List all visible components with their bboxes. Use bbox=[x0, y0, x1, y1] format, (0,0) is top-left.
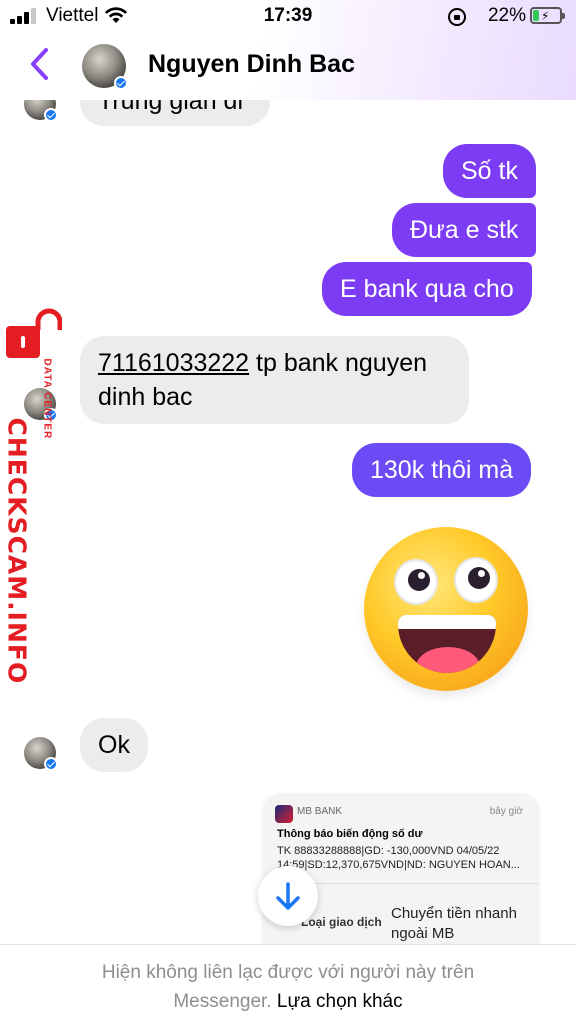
rotation-lock-icon bbox=[448, 8, 466, 26]
notice-text: Hiện không liên lạc được với người này t… bbox=[101, 962, 475, 983]
mb-bank-app-icon bbox=[275, 805, 293, 823]
battery-cap bbox=[562, 13, 565, 19]
sender-avatar[interactable] bbox=[24, 737, 58, 771]
message-text: Đưa e stk bbox=[410, 216, 519, 244]
emoji-pupil bbox=[408, 569, 430, 591]
notification-body-line1: TK 88833288888|GD: -130,000VND 04/05/22 bbox=[277, 845, 500, 857]
transaction-type-value-line1: Chuyển tiền nhanh bbox=[391, 905, 517, 922]
grinning-emoji-sticker[interactable] bbox=[364, 527, 528, 691]
verified-badge-icon bbox=[114, 76, 128, 90]
conversation-header: Nguyen Dinh Bac bbox=[0, 32, 576, 100]
outgoing-message[interactable]: Đưa e stk bbox=[392, 203, 537, 257]
message-text: Số tk bbox=[461, 157, 518, 185]
notification-app-name: MB BANK bbox=[297, 806, 343, 817]
message-text: 130k thôi mà bbox=[370, 456, 514, 484]
top-bar: Viettel 17:39 22% ⚡ Nguyen Dinh Bac bbox=[0, 0, 576, 100]
outgoing-message[interactable]: 130k thôi mà bbox=[352, 443, 532, 497]
message-text: E bank qua cho bbox=[340, 275, 514, 303]
status-bar: Viettel 17:39 22% ⚡ bbox=[0, 0, 576, 32]
emoji-tongue bbox=[416, 647, 480, 673]
watermark-title: CHECKSCAM.INFO bbox=[2, 417, 32, 685]
scroll-to-bottom-button[interactable] bbox=[258, 866, 318, 926]
other-options-link[interactable]: Lựa chọn khác bbox=[277, 991, 403, 1012]
notification-title: Thông báo biến động số dư bbox=[277, 828, 423, 840]
battery-charging-icon: ⚡ bbox=[530, 7, 565, 24]
back-button[interactable] bbox=[26, 46, 56, 82]
outgoing-message[interactable]: E bank qua cho bbox=[322, 262, 532, 316]
message-text: tp bank nguyen bbox=[249, 349, 428, 377]
watermark: DATA CENTER CHECKSCAM.INFO bbox=[0, 308, 70, 684]
message-list[interactable]: Trung gian đi Số tk Đưa e stk E bank qua… bbox=[0, 0, 576, 944]
message-text-line2: dinh bac bbox=[98, 383, 193, 411]
charging-bolt-icon: ⚡ bbox=[541, 9, 550, 23]
contact-name[interactable]: Nguyen Dinh Bac bbox=[148, 50, 355, 79]
emoji-mouth bbox=[398, 615, 496, 673]
verified-badge-icon bbox=[44, 108, 58, 122]
emoji-pupil bbox=[468, 567, 490, 589]
transaction-type-value: Chuyển tiền nhanh ngoài MB bbox=[391, 904, 517, 944]
message-text: Ok bbox=[98, 731, 130, 759]
incoming-message[interactable]: 71161033222 tp bank nguyen dinh bac bbox=[80, 336, 469, 424]
notice-text-line2: Messenger. bbox=[173, 991, 272, 1012]
notification-time: bây giờ bbox=[489, 806, 523, 817]
emoji-left-eye bbox=[394, 559, 438, 605]
emoji-right-eye bbox=[454, 557, 498, 603]
watermark-subtitle: DATA CENTER bbox=[41, 358, 53, 440]
battery-fill bbox=[533, 10, 539, 21]
verified-badge-icon bbox=[44, 757, 58, 771]
emoji-teeth bbox=[398, 615, 496, 629]
outgoing-message[interactable]: Số tk bbox=[443, 144, 536, 198]
padlock-icon bbox=[6, 308, 62, 358]
incoming-message[interactable]: Ok bbox=[80, 718, 148, 772]
arrow-down-icon bbox=[276, 882, 300, 910]
account-number-link[interactable]: 71161033222 bbox=[98, 349, 249, 377]
chevron-left-icon bbox=[31, 48, 48, 80]
unavailable-notice: Hiện không liên lạc được với người này t… bbox=[0, 944, 576, 1024]
contact-avatar[interactable] bbox=[82, 44, 128, 90]
battery-percentage: 22% bbox=[487, 5, 526, 26]
transaction-type-value-line2: ngoài MB bbox=[391, 925, 455, 942]
